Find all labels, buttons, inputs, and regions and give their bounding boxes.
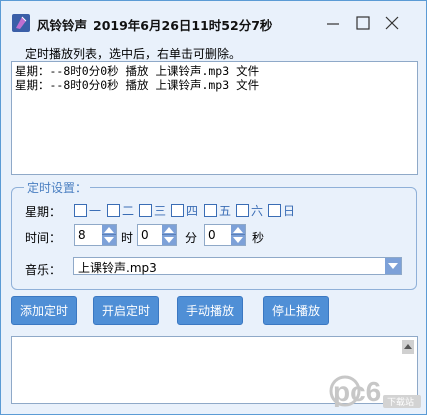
checkbox-icon[interactable] [139,203,152,217]
bell-app-icon [12,14,30,32]
hour-stepper[interactable]: 8 [74,224,117,246]
watermark-brand: pc6 [333,376,381,407]
hour-unit: 时 [121,231,134,245]
main-window: 风铃铃声 2019年6月26日11时52分7秒 定时播放列表，选中后，右单击可删除… [0,0,427,415]
schedule-list[interactable]: 星期：--8时0分0秒 播放 上课铃声.mp3 文件 星期：--8时0分0秒 播… [11,61,418,175]
day-label: 四 [186,203,199,218]
day-label: 六 [251,203,264,218]
day-checkbox-sun[interactable]: 日 [268,202,295,218]
music-select[interactable]: 上课铃声.mp3 [73,257,402,275]
day-label: 日 [283,203,296,218]
music-select-value: 上课铃声.mp3 [78,261,157,275]
stepper-arrows-icon[interactable] [162,225,176,245]
day-checkbox-tue[interactable]: 二 [107,202,134,218]
checkbox-icon[interactable] [268,203,281,217]
add-timer-button[interactable]: 添加定时 [11,296,77,325]
start-timer-button[interactable]: 开启定时 [93,296,159,325]
chevron-down-icon[interactable] [385,258,401,274]
day-label: 一 [89,203,102,218]
title-bar[interactable]: 风铃铃声 2019年6月26日11时52分7秒 [1,1,426,45]
day-label: 三 [154,203,167,218]
hour-value: 8 [78,228,86,242]
list-item[interactable]: 星期：--8时0分0秒 播放 上课铃声.mp3 文件 [15,78,414,92]
second-value: 0 [208,228,216,242]
second-stepper[interactable]: 0 [204,224,246,246]
day-checkbox-thu[interactable]: 四 [171,202,198,218]
day-checkbox-fri[interactable]: 五 [204,202,231,218]
stepper-arrows-icon[interactable] [231,225,245,245]
scroll-up-icon[interactable] [402,340,414,354]
window-title: 风铃铃声 2019年6月26日11时52分7秒 [37,15,272,34]
minute-stepper[interactable]: 0 [137,224,177,246]
minute-value: 0 [141,228,149,242]
checkbox-icon[interactable] [204,203,217,217]
day-label: 五 [219,203,232,218]
day-label: 二 [122,203,135,218]
checkbox-icon[interactable] [171,203,184,217]
minute-unit: 分 [185,231,198,245]
timer-settings-legend: 定时设置： [24,179,91,196]
checkbox-icon[interactable] [74,203,87,217]
watermark-sub: 下载站 [387,396,414,408]
day-checkbox-mon[interactable]: 一 [74,202,101,218]
clock-readout: 2019年6月26日11时52分7秒 [93,18,273,33]
music-label: 音乐： [25,263,62,277]
checkbox-icon[interactable] [107,203,120,217]
stop-play-button[interactable]: 停止播放 [263,296,329,325]
time-label: 时间： [25,231,62,245]
list-item[interactable]: 星期：--8时0分0秒 播放 上课铃声.mp3 文件 [15,64,414,78]
weekday-label: 星期： [25,205,62,219]
minimize-icon[interactable] [323,13,343,33]
second-unit: 秒 [252,231,265,245]
manual-play-button[interactable]: 手动播放 [177,296,243,325]
close-icon[interactable] [382,13,402,33]
app-name: 风铃铃声 [37,18,88,33]
pc6-watermark: pc6 下载站 [329,375,421,408]
checkbox-icon[interactable] [236,203,249,217]
maximize-icon[interactable] [353,13,373,33]
stepper-arrows-icon[interactable] [102,225,116,245]
day-checkbox-wed[interactable]: 三 [139,202,166,218]
day-checkbox-sat[interactable]: 六 [236,202,263,218]
schedule-list-label: 定时播放列表，选中后，右单击可删除。 [25,47,242,61]
